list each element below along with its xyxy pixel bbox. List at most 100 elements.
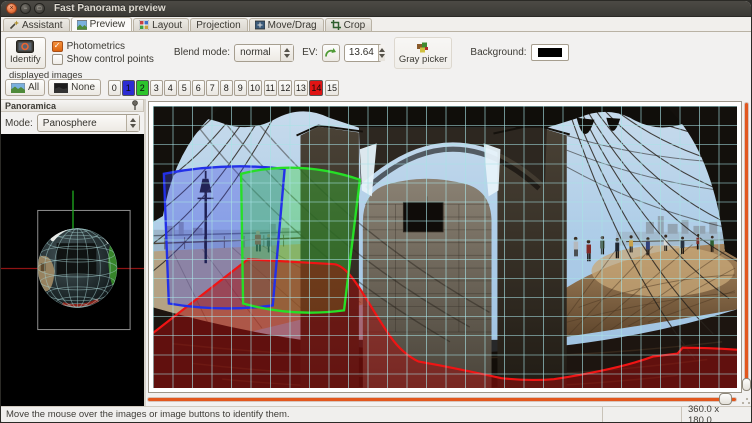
image-toggle-4[interactable]: 4 xyxy=(164,80,177,96)
mode-value: Panosphere xyxy=(38,118,126,129)
pitch-slider[interactable] xyxy=(742,101,751,393)
panel-title: Panoramica xyxy=(5,101,56,111)
image-toggle-2[interactable]: 2 xyxy=(136,80,149,96)
tab-label: Layout xyxy=(152,20,182,31)
photometrics-checkbox[interactable]: ✓ Photometrics xyxy=(52,41,154,52)
show-none-button[interactable]: None xyxy=(48,79,101,96)
identify-button[interactable]: Identify xyxy=(5,37,46,69)
image-toggle-14[interactable]: 14 xyxy=(309,80,323,96)
titlebar[interactable]: × − □ Fast Panorama preview xyxy=(1,1,751,17)
background-label: Background: xyxy=(470,47,526,58)
move-icon xyxy=(255,20,265,30)
image-toggle-7[interactable]: 7 xyxy=(206,80,219,96)
pin-icon[interactable] xyxy=(131,100,139,111)
background-color-swatch xyxy=(538,48,562,57)
blend-mode-label: Blend mode: xyxy=(174,47,230,58)
tab-projection[interactable]: Projection xyxy=(190,18,247,31)
gray-picker-button[interactable]: Gray picker xyxy=(394,37,453,69)
panorama-panel: Panoramica Mode: Panosphere xyxy=(1,99,146,406)
identify-label: Identify xyxy=(10,54,41,65)
tab-label: Move/Drag xyxy=(268,20,317,31)
tab-move-drag[interactable]: Move/Drag xyxy=(249,18,324,31)
spinner-arrows-icon xyxy=(280,45,293,61)
displayed-images-group: displayed images All None 01234567891011… xyxy=(1,73,751,99)
status-bar: Move the mouse over the images or image … xyxy=(1,406,751,422)
all-label: All xyxy=(28,82,39,93)
panorama-rendering xyxy=(153,106,737,388)
pitch-slider-handle[interactable] xyxy=(742,378,751,391)
maximize-icon: □ xyxy=(38,6,42,12)
image-toggle-12[interactable]: 12 xyxy=(278,80,292,96)
image-toggle-9[interactable]: 9 xyxy=(234,80,247,96)
image-toggle-5[interactable]: 5 xyxy=(178,80,191,96)
pano-dimensions: 360.0 x 180.0 xyxy=(681,407,751,422)
image-toggle-8[interactable]: 8 xyxy=(220,80,233,96)
minimize-button[interactable]: − xyxy=(20,3,31,14)
maximize-button[interactable]: □ xyxy=(34,3,45,14)
none-label: None xyxy=(71,82,95,93)
show-control-points-checkbox[interactable]: Show control points xyxy=(52,54,154,65)
yaw-slider-track xyxy=(148,398,736,401)
panosphere-rendering xyxy=(1,134,144,406)
tab-layout[interactable]: Layout xyxy=(133,18,189,31)
window-title: Fast Panorama preview xyxy=(54,3,166,14)
image-toggle-10[interactable]: 10 xyxy=(248,80,262,96)
image-toggle-0[interactable]: 0 xyxy=(108,80,121,96)
green-arrow-icon xyxy=(324,47,337,58)
image-toggle-1[interactable]: 1 xyxy=(122,80,135,96)
image-icon xyxy=(77,20,87,30)
no-images-icon xyxy=(54,83,68,93)
wand-icon xyxy=(9,20,19,30)
all-images-icon xyxy=(11,83,25,93)
layout-grid-icon xyxy=(139,20,149,30)
close-button[interactable]: × xyxy=(6,3,17,14)
mode-label: Mode: xyxy=(5,118,33,129)
pitch-slider-track xyxy=(745,103,748,389)
tab-label: Preview xyxy=(90,19,126,30)
spinner-arrows-icon xyxy=(378,45,385,61)
tab-label: Crop xyxy=(344,20,366,31)
color-picker-icon xyxy=(416,41,430,53)
image-toggle-11[interactable]: 11 xyxy=(264,80,277,96)
image-toggle-6[interactable]: 6 xyxy=(192,80,205,96)
tab-crop[interactable]: Crop xyxy=(325,18,373,31)
image-toggle-3[interactable]: 3 xyxy=(150,80,163,96)
checkbox-checked-icon: ✓ xyxy=(52,41,63,52)
show-control-points-label: Show control points xyxy=(67,54,154,65)
toolbar: Identify ✓ Photometrics Show control poi… xyxy=(1,32,751,73)
background-color-button[interactable] xyxy=(531,44,569,61)
blend-mode-value: normal xyxy=(235,47,280,58)
ev-label: EV: xyxy=(302,47,318,58)
ev-spinbox[interactable]: 13.64 xyxy=(344,44,382,62)
show-all-button[interactable]: All xyxy=(5,79,45,96)
panorama-panel-header[interactable]: Panoramica xyxy=(1,99,144,112)
tab-bar: Assistant Preview Layout Projection Move… xyxy=(1,17,751,32)
minimize-icon: − xyxy=(24,6,28,12)
image-toggle-row: 0123456789101112131415 xyxy=(108,80,339,96)
tab-preview[interactable]: Preview xyxy=(71,17,133,31)
status-cell-empty xyxy=(602,407,681,422)
identify-icon xyxy=(16,40,34,53)
yaw-slider-handle[interactable] xyxy=(719,393,732,405)
crop-icon xyxy=(331,20,341,30)
image-toggle-13[interactable]: 13 xyxy=(294,80,308,96)
displayed-images-label: displayed images xyxy=(9,70,82,81)
photometrics-label: Photometrics xyxy=(67,41,125,52)
checkbox-unchecked-icon xyxy=(52,54,63,65)
yaw-slider[interactable] xyxy=(148,393,740,406)
panosphere-view[interactable] xyxy=(1,134,144,406)
fast-panorama-preview-window: × − □ Fast Panorama preview Assistant Pr… xyxy=(0,0,752,423)
gray-picker-label: Gray picker xyxy=(399,54,448,65)
status-message: Move the mouse over the images or image … xyxy=(1,409,602,420)
close-icon: × xyxy=(9,5,13,12)
ev-reset-button[interactable] xyxy=(322,44,340,62)
tab-label: Projection xyxy=(196,20,240,31)
tab-label: Assistant xyxy=(22,20,63,31)
ev-value: 13.64 xyxy=(345,47,378,58)
panorama-preview-canvas[interactable] xyxy=(148,101,742,393)
mode-select[interactable]: Panosphere xyxy=(37,114,140,132)
image-toggle-15[interactable]: 15 xyxy=(325,80,339,96)
spinner-arrows-icon xyxy=(126,115,139,131)
blend-mode-select[interactable]: normal xyxy=(234,44,294,62)
tab-assistant[interactable]: Assistant xyxy=(3,18,70,31)
